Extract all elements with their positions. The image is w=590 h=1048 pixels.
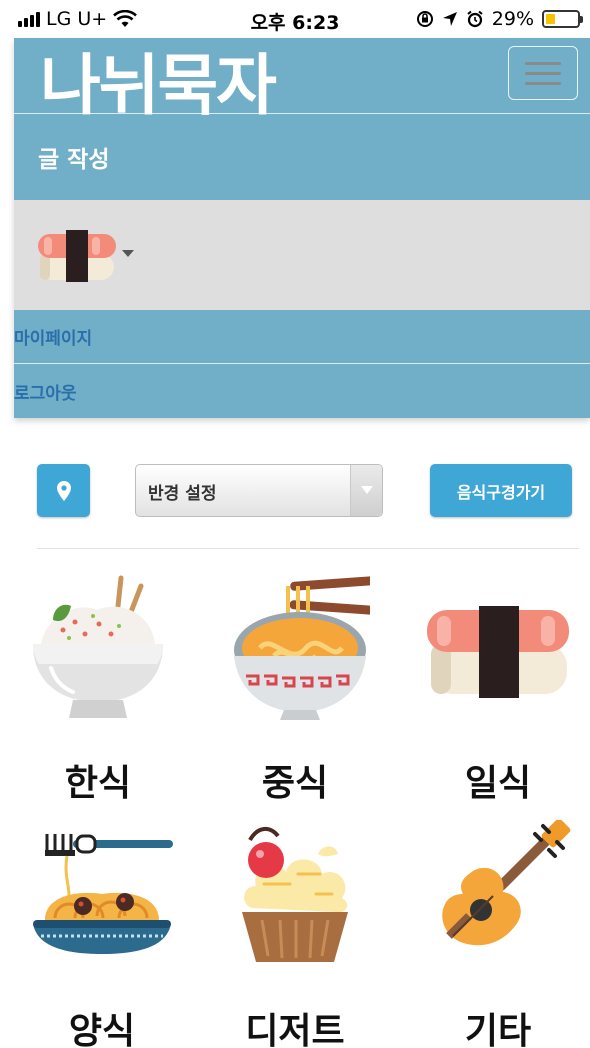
map-pin-icon <box>56 480 71 501</box>
category-dessert[interactable]: 디저트 <box>205 820 385 1048</box>
category-chinese[interactable]: 중식 <box>205 572 385 804</box>
noodle-bowl-icon <box>234 575 370 720</box>
divider <box>37 548 579 549</box>
battery-icon <box>542 10 583 28</box>
category-etc[interactable]: 기타 <box>408 820 588 1048</box>
hamburger-icon-bar <box>525 71 561 75</box>
status-right: 29% <box>416 8 583 30</box>
location-arrow-icon <box>442 12 457 26</box>
profile-dropdown[interactable] <box>14 200 590 310</box>
sushi-icon <box>427 606 569 698</box>
location-button[interactable] <box>37 464 90 517</box>
rice-bowl-icon <box>33 575 163 718</box>
chevron-down-icon <box>122 250 134 257</box>
nav-item-logout[interactable]: 로그아웃 <box>14 364 590 418</box>
radius-select[interactable]: 반경 설정 <box>135 464 383 517</box>
brand-logo[interactable]: 나뉘묵자 <box>40 32 277 128</box>
radius-select-value: 반경 설정 <box>148 484 217 504</box>
cupcake-icon <box>242 827 348 962</box>
category-label: 일식 <box>464 763 532 804</box>
category-label: 중식 <box>261 763 329 804</box>
category-label: 한식 <box>64 763 132 804</box>
browse-food-button[interactable]: 음식구경가기 <box>430 464 572 517</box>
menu-toggle-button[interactable] <box>508 46 578 100</box>
logout-link[interactable]: 로그아웃 <box>14 379 77 404</box>
battery-fill <box>546 14 555 24</box>
battery-percent: 29% <box>491 8 534 30</box>
brand-row: 나뉘묵자 <box>14 38 590 124</box>
hamburger-icon-bar <box>525 81 561 85</box>
navbar: 나뉘묵자 글 작성 마이페이지 로그아웃 <box>14 38 590 418</box>
category-label: 디저트 <box>245 1011 345 1048</box>
sushi-icon <box>38 230 116 282</box>
hamburger-icon-bar <box>525 61 561 65</box>
category-label: 양식 <box>68 1011 136 1048</box>
alarm-icon <box>467 10 483 28</box>
category-label: 기타 <box>464 1011 532 1048</box>
spaghetti-icon <box>33 834 173 954</box>
write-post-link[interactable]: 글 작성 <box>38 140 110 174</box>
category-korean[interactable]: 한식 <box>8 572 188 804</box>
rotation-lock-icon <box>416 11 433 27</box>
category-western[interactable]: 양식 <box>12 820 192 1048</box>
chevron-down-icon <box>350 465 382 516</box>
category-japanese[interactable]: 일식 <box>408 572 588 804</box>
mypage-link[interactable]: 마이페이지 <box>14 324 92 349</box>
nav-item-mypage[interactable]: 마이페이지 <box>14 310 590 364</box>
guitar-icon <box>442 820 571 946</box>
